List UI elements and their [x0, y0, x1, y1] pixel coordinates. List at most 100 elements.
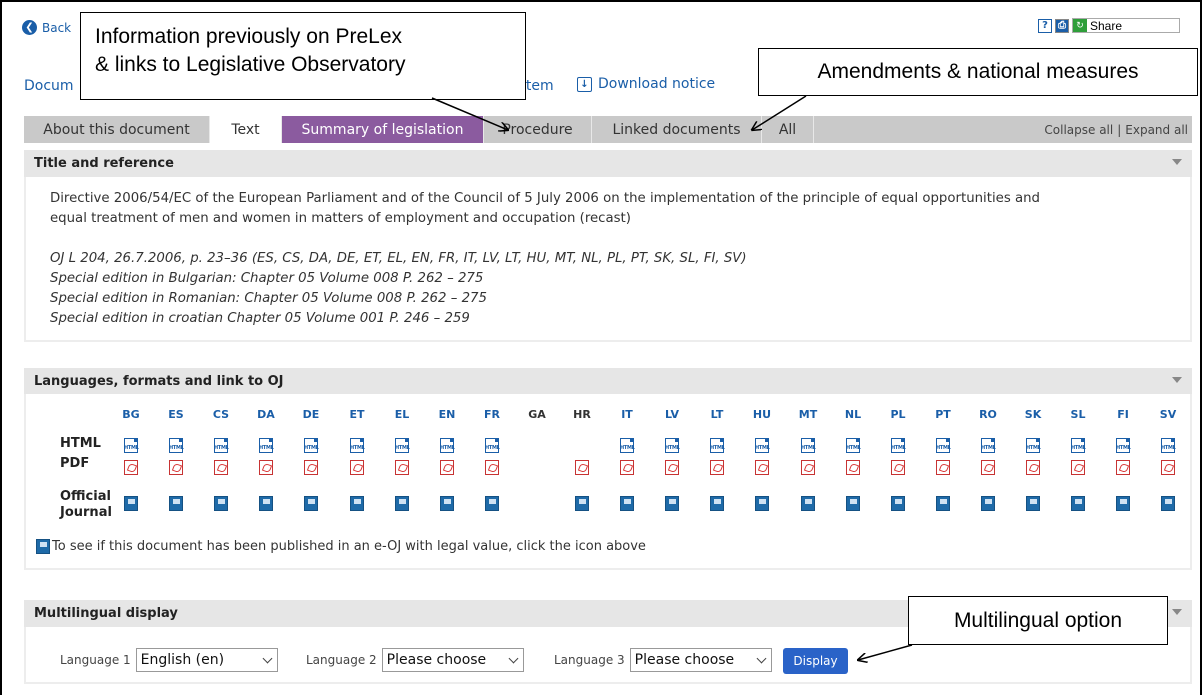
- html-file-icon[interactable]: [259, 438, 274, 453]
- print-icon[interactable]: ⎙: [1055, 18, 1069, 33]
- document-link[interactable]: Docum: [24, 78, 74, 94]
- official-journal-icon[interactable]: [485, 496, 499, 511]
- pdf-file-icon[interactable]: [801, 460, 815, 475]
- tab-about-this-document[interactable]: About this document: [24, 116, 210, 143]
- language-code-fr[interactable]: FR: [482, 408, 502, 421]
- display-button[interactable]: Display: [783, 648, 848, 674]
- official-journal-icon[interactable]: [124, 496, 138, 511]
- pdf-file-icon[interactable]: [440, 460, 454, 475]
- pdf-file-icon[interactable]: [1071, 460, 1085, 475]
- html-file-icon[interactable]: [169, 438, 184, 453]
- language3-select[interactable]: Please choose: [629, 648, 772, 672]
- official-journal-icon[interactable]: [440, 496, 454, 511]
- official-journal-icon[interactable]: [350, 496, 364, 511]
- html-file-icon[interactable]: [936, 438, 951, 453]
- pdf-file-icon[interactable]: [981, 460, 995, 475]
- official-journal-icon[interactable]: [846, 496, 860, 511]
- language-code-en[interactable]: EN: [437, 408, 457, 421]
- official-journal-icon[interactable]: [259, 496, 273, 511]
- html-file-icon[interactable]: [350, 438, 365, 453]
- language-code-lv[interactable]: LV: [662, 408, 682, 421]
- official-journal-icon[interactable]: [1026, 496, 1040, 511]
- pdf-file-icon[interactable]: [936, 460, 950, 475]
- html-file-icon[interactable]: [755, 438, 770, 453]
- official-journal-icon[interactable]: [755, 496, 769, 511]
- html-file-icon[interactable]: [1071, 438, 1086, 453]
- tab-all[interactable]: All: [762, 116, 814, 143]
- pdf-file-icon[interactable]: [575, 460, 589, 475]
- html-file-icon[interactable]: [124, 438, 139, 453]
- official-journal-icon[interactable]: [395, 496, 409, 511]
- language2-select[interactable]: Please choose: [381, 648, 524, 672]
- language1-select[interactable]: English (en): [135, 648, 278, 672]
- language-code-el[interactable]: EL: [392, 408, 412, 421]
- help-icon[interactable]: ?: [1038, 18, 1052, 33]
- language-code-it[interactable]: IT: [617, 408, 637, 421]
- official-journal-icon[interactable]: [620, 496, 634, 511]
- collapse-arrow-icon[interactable]: [1172, 159, 1182, 165]
- language-code-ro[interactable]: RO: [978, 408, 998, 421]
- language-code-de[interactable]: DE: [301, 408, 321, 421]
- back-link[interactable]: ❮ Back: [22, 20, 71, 35]
- pdf-file-icon[interactable]: [846, 460, 860, 475]
- language-code-da[interactable]: DA: [256, 408, 276, 421]
- html-file-icon[interactable]: [846, 438, 861, 453]
- language-code-sk[interactable]: SK: [1023, 408, 1043, 421]
- html-file-icon[interactable]: [1026, 438, 1041, 453]
- language-code-bg[interactable]: BG: [121, 408, 141, 421]
- pdf-file-icon[interactable]: [1161, 460, 1175, 475]
- pdf-file-icon[interactable]: [755, 460, 769, 475]
- pdf-file-icon[interactable]: [214, 460, 228, 475]
- official-journal-icon[interactable]: [710, 496, 724, 511]
- official-journal-icon[interactable]: [575, 496, 589, 511]
- pdf-file-icon[interactable]: [620, 460, 634, 475]
- language-code-lt[interactable]: LT: [707, 408, 727, 421]
- item-link[interactable]: item: [522, 78, 554, 94]
- html-file-icon[interactable]: [710, 438, 725, 453]
- html-file-icon[interactable]: [891, 438, 906, 453]
- pdf-file-icon[interactable]: [395, 460, 409, 475]
- tab-procedure[interactable]: Procedure: [484, 116, 592, 143]
- download-notice-link[interactable]: ↓ Download notice: [577, 76, 715, 92]
- language-code-pl[interactable]: PL: [888, 408, 908, 421]
- language-code-es[interactable]: ES: [166, 408, 186, 421]
- collapse-arrow-icon[interactable]: [1172, 377, 1182, 383]
- html-file-icon[interactable]: [485, 438, 500, 453]
- title-reference-header[interactable]: Title and reference: [24, 150, 1192, 177]
- official-journal-icon[interactable]: [1116, 496, 1130, 511]
- language-code-nl[interactable]: NL: [843, 408, 863, 421]
- html-file-icon[interactable]: [395, 438, 410, 453]
- language-code-mt[interactable]: MT: [798, 408, 818, 421]
- pdf-file-icon[interactable]: [485, 460, 499, 475]
- pdf-file-icon[interactable]: [665, 460, 679, 475]
- share-button[interactable]: ↻ Share: [1072, 18, 1180, 33]
- pdf-file-icon[interactable]: [124, 460, 138, 475]
- html-file-icon[interactable]: [214, 438, 229, 453]
- pdf-file-icon[interactable]: [891, 460, 905, 475]
- pdf-file-icon[interactable]: [350, 460, 364, 475]
- collapse-arrow-icon[interactable]: [1172, 609, 1182, 615]
- html-file-icon[interactable]: [801, 438, 816, 453]
- language-code-hu[interactable]: HU: [752, 408, 772, 421]
- official-journal-icon[interactable]: [801, 496, 815, 511]
- official-journal-icon[interactable]: [891, 496, 905, 511]
- expand-all-link[interactable]: Expand all: [1125, 123, 1188, 137]
- pdf-file-icon[interactable]: [710, 460, 724, 475]
- official-journal-icon[interactable]: [1071, 496, 1085, 511]
- tab-summary-of-legislation[interactable]: Summary of legislation: [282, 116, 484, 143]
- official-journal-icon[interactable]: [665, 496, 679, 511]
- language-code-sv[interactable]: SV: [1158, 408, 1178, 421]
- html-file-icon[interactable]: [981, 438, 996, 453]
- html-file-icon[interactable]: [620, 438, 635, 453]
- language-code-cs[interactable]: CS: [211, 408, 231, 421]
- official-journal-icon[interactable]: [169, 496, 183, 511]
- pdf-file-icon[interactable]: [1116, 460, 1130, 475]
- html-file-icon[interactable]: [304, 438, 319, 453]
- languages-formats-header[interactable]: Languages, formats and link to OJ: [24, 368, 1192, 395]
- pdf-file-icon[interactable]: [259, 460, 273, 475]
- official-journal-icon[interactable]: [1161, 496, 1175, 511]
- official-journal-icon[interactable]: [304, 496, 318, 511]
- tab-linked-documents[interactable]: Linked documents: [592, 116, 762, 143]
- html-file-icon[interactable]: [440, 438, 455, 453]
- html-file-icon[interactable]: [665, 438, 680, 453]
